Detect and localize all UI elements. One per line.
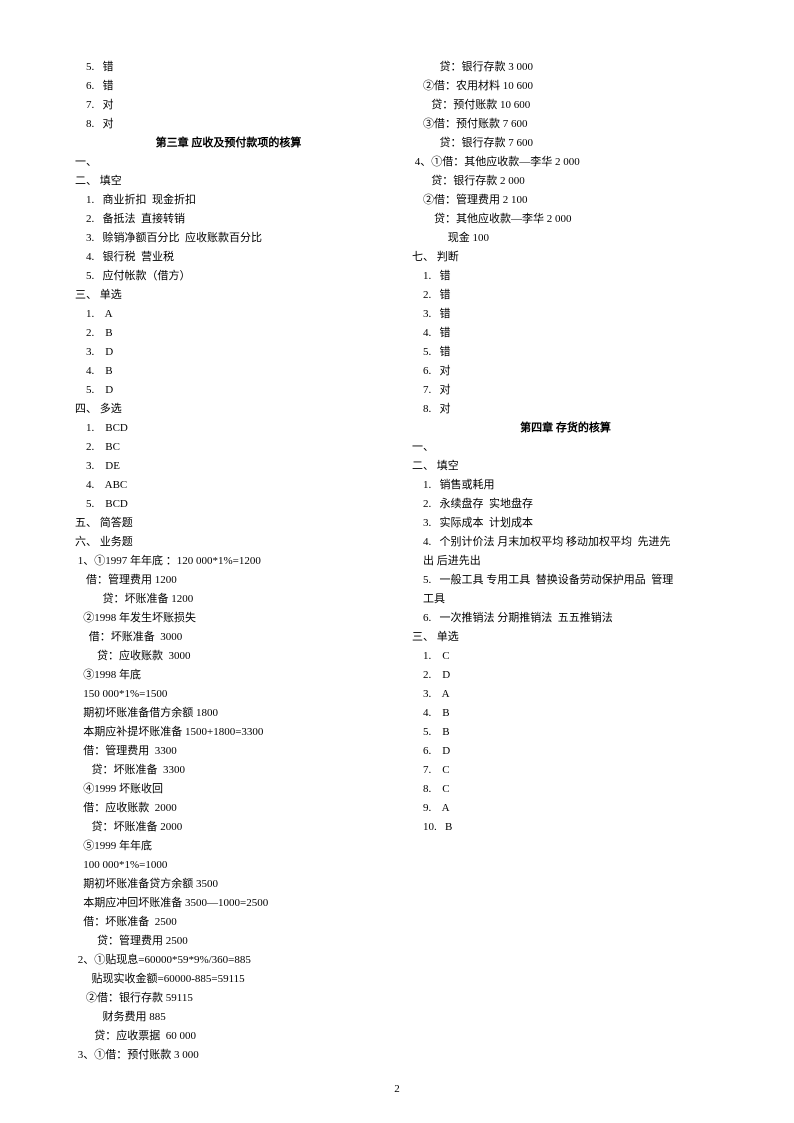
- line: 10. B: [412, 818, 719, 837]
- line: 2. 备抵法 直接转销: [75, 210, 382, 229]
- line: 1. C: [412, 647, 719, 666]
- line: 6. 对: [412, 362, 719, 381]
- line: 现金 100: [412, 229, 719, 248]
- two-columns: 5. 错 6. 错 7. 对 8. 对 第三章 应收及预付款项的核算 一、 二、…: [75, 58, 719, 1068]
- line: 1、①1997 年年底 ：120 000*1%=1200: [75, 552, 382, 571]
- chapter-4-heading: 第四章 存货的核算: [412, 419, 719, 438]
- line: 5. BCD: [75, 495, 382, 514]
- line: ⑤1999 年年底: [75, 837, 382, 856]
- line: 8. C: [412, 780, 719, 799]
- line: ④1999 坏账收回: [75, 780, 382, 799]
- line: 150 000*1%=1500: [75, 685, 382, 704]
- chapter-3-heading: 第三章 应收及预付款项的核算: [75, 134, 382, 153]
- page-number: 2: [0, 1083, 794, 1095]
- line: 3. 实际成本 计划成本: [412, 514, 719, 533]
- line: 出 后进先出: [412, 552, 719, 571]
- line: 3、①借：预付账款 3 000: [75, 1046, 382, 1065]
- line: 1. 商业折扣 现金折扣: [75, 191, 382, 210]
- line: 2. 错: [412, 286, 719, 305]
- line: 6. D: [412, 742, 719, 761]
- line: 5. 错: [412, 343, 719, 362]
- line: 6. 错: [75, 77, 382, 96]
- line: 4. B: [75, 362, 382, 381]
- line: 2、①贴现息=60000*59*9%/360=885: [75, 951, 382, 970]
- line: 借：管理费用 1200: [75, 571, 382, 590]
- line: 100 000*1%=1000: [75, 856, 382, 875]
- line: 贴现实收金额=60000-885=59115: [75, 970, 382, 989]
- line: 贷：应收账款 3000: [75, 647, 382, 666]
- line: 8. 对: [75, 115, 382, 134]
- section-7: 七、 判断: [412, 248, 719, 267]
- line: 4. 错: [412, 324, 719, 343]
- line: ②借：管理费用 2 100: [412, 191, 719, 210]
- line: 3. 错: [412, 305, 719, 324]
- line: 贷：银行存款 2 000: [412, 172, 719, 191]
- line: 借：应收账款 2000: [75, 799, 382, 818]
- line: 8. 对: [412, 400, 719, 419]
- section-1: 一、: [75, 153, 382, 172]
- section-1b: 一、: [412, 438, 719, 457]
- line: 9. A: [412, 799, 719, 818]
- page: 5. 错 6. 错 7. 对 8. 对 第三章 应收及预付款项的核算 一、 二、…: [0, 0, 794, 1123]
- line: 财务费用 885: [75, 1008, 382, 1027]
- line: 贷：坏账准备 3300: [75, 761, 382, 780]
- line: 贷：管理费用 2500: [75, 932, 382, 951]
- line: 贷：预付账款 10 600: [412, 96, 719, 115]
- line: 3. 赊销净额百分比 应收账款百分比: [75, 229, 382, 248]
- line: 4. B: [412, 704, 719, 723]
- line: 贷：其他应收款—李华 2 000: [412, 210, 719, 229]
- line: 期初坏账准备借方余额 1800: [75, 704, 382, 723]
- line: 1. 销售或耗用: [412, 476, 719, 495]
- line: 借：管理费用 3300: [75, 742, 382, 761]
- line: 工具: [412, 590, 719, 609]
- section-5: 五、 简答题: [75, 514, 382, 533]
- line: 贷：银行存款 3 000: [412, 58, 719, 77]
- section-4: 四、 多选: [75, 400, 382, 419]
- line: 4. 个别计价法 月末加权平均 移动加权平均 先进先: [412, 533, 719, 552]
- line: 3. A: [412, 685, 719, 704]
- line: ②借：农用材料 10 600: [412, 77, 719, 96]
- line: 本期应补提坏账准备 1500+1800=3300: [75, 723, 382, 742]
- line: 本期应冲回坏账准备 3500—1000=2500: [75, 894, 382, 913]
- line: ②借：银行存款 59115: [75, 989, 382, 1008]
- line: 2. BC: [75, 438, 382, 457]
- line: 贷：坏账准备 1200: [75, 590, 382, 609]
- line: 1. 错: [412, 267, 719, 286]
- line: 贷：坏账准备 2000: [75, 818, 382, 837]
- line: 5. 错: [75, 58, 382, 77]
- line: 5. B: [412, 723, 719, 742]
- line: 贷：应收票据 60 000: [75, 1027, 382, 1046]
- section-3: 三、 单选: [75, 286, 382, 305]
- line: 1. BCD: [75, 419, 382, 438]
- line: 4. ABC: [75, 476, 382, 495]
- line: 借：坏账准备 3000: [75, 628, 382, 647]
- section-3b: 三、 单选: [412, 628, 719, 647]
- section-6: 六、 业务题: [75, 533, 382, 552]
- line: 2. D: [412, 666, 719, 685]
- line: 2. 永续盘存 实地盘存: [412, 495, 719, 514]
- line: ③1998 年底: [75, 666, 382, 685]
- line: ②1998 年发生坏账损失: [75, 609, 382, 628]
- line: 5. 一般工具 专用工具 替换设备劳动保护用品 管理: [412, 571, 719, 590]
- line: 4、①借：其他应收款—李华 2 000: [412, 153, 719, 172]
- section-2b: 二、 填空: [412, 457, 719, 476]
- line: 1. A: [75, 305, 382, 324]
- line: 2. B: [75, 324, 382, 343]
- line: 3. D: [75, 343, 382, 362]
- line: ③借：预付账款 7 600: [412, 115, 719, 134]
- line: 6. 一次推销法 分期推销法 五五推销法: [412, 609, 719, 628]
- line: 借：坏账准备 2500: [75, 913, 382, 932]
- line: 4. 银行税 营业税: [75, 248, 382, 267]
- line: 7. C: [412, 761, 719, 780]
- line: 5. D: [75, 381, 382, 400]
- line: 7. 对: [412, 381, 719, 400]
- line: 贷：银行存款 7 600: [412, 134, 719, 153]
- line: 期初坏账准备贷方余额 3500: [75, 875, 382, 894]
- line: 5. 应付帐款（借方）: [75, 267, 382, 286]
- line: 7. 对: [75, 96, 382, 115]
- line: 3. DE: [75, 457, 382, 476]
- section-2: 二、 填空: [75, 172, 382, 191]
